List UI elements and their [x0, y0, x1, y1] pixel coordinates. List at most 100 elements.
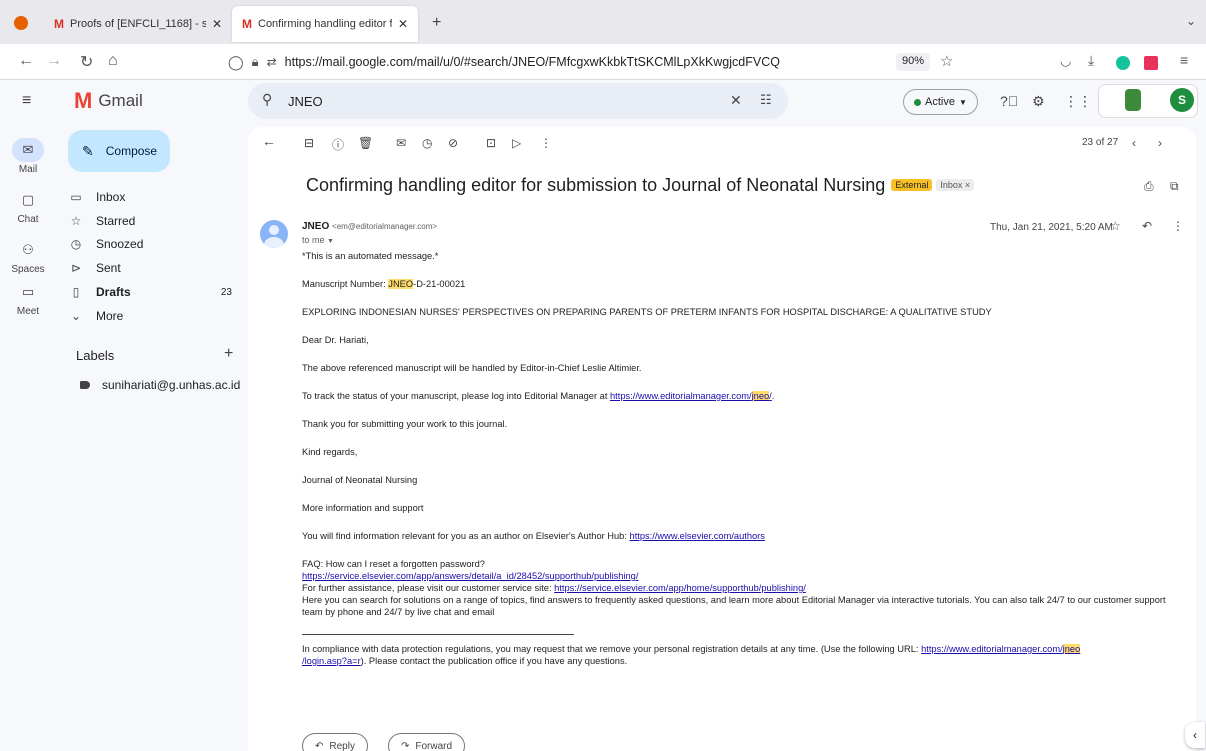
permissions-icon[interactable]: ⇄ [267, 55, 277, 69]
message-date: Thu, Jan 21, 2021, 5:20 AM [990, 222, 1113, 233]
close-icon[interactable]: ✕ [212, 17, 222, 31]
settings-gear-icon[interactable]: ⚙ [1032, 93, 1045, 110]
lock-icon[interactable]: 🔒︎ [252, 54, 259, 70]
search-bar[interactable]: ⚲ ✕ ☷ [248, 83, 788, 119]
help-icon[interactable]: ?⃝ [1000, 93, 1018, 109]
sidebar-item-sent[interactable]: ⊳ Sent [56, 257, 242, 279]
snooze-icon[interactable]: ◷ [422, 136, 432, 150]
browser-toolbar: ← → ↻ ⌂ ◯ 🔒︎ ⇄ https://mail.google.com/m… [0, 44, 1206, 80]
status-dropdown[interactable]: Active ▼ [903, 89, 978, 115]
message-more-icon[interactable]: ⋮ [1172, 219, 1184, 233]
reply-icon[interactable]: ↶ [1142, 219, 1152, 233]
sidebar: ✎ Compose ▭ Inbox ☆ Starred ◷ Snoozed ⊳ … [56, 80, 242, 751]
author-hub-link[interactable]: https://www.elsevier.com/authors [630, 531, 765, 541]
move-to-icon[interactable]: ⊡ [486, 136, 496, 150]
clear-search-icon[interactable]: ✕ [730, 92, 742, 109]
nav-label: Starred [96, 214, 136, 228]
sidebar-item-drafts[interactable]: ▯ Drafts 23 [56, 281, 242, 303]
url-text[interactable]: https://mail.google.com/mail/u/0/#search… [285, 55, 780, 69]
faq-link[interactable]: https://service.elsevier.com/app/answers… [302, 571, 638, 581]
add-label-icon[interactable]: + [224, 345, 233, 363]
rail-item-mail[interactable]: ✉ Mail [0, 138, 56, 175]
message-subject: Confirming handling editor for submissio… [306, 175, 975, 196]
address-bar[interactable]: ◯ 🔒︎ ⇄ https://mail.google.com/mail/u/0/… [228, 48, 988, 76]
mark-unread-icon[interactable]: ✉ [396, 136, 406, 150]
print-icon[interactable]: ⎙ [1144, 179, 1154, 194]
rail-item-meet[interactable]: ▭ Meet [0, 280, 56, 317]
rail-item-chat[interactable]: ▢ Chat [0, 188, 56, 225]
signature-divider [302, 634, 574, 635]
forward-icon: ↷ [401, 740, 410, 751]
shield-icon[interactable]: ◯ [228, 54, 244, 71]
label-icon[interactable]: ▷ [512, 136, 521, 150]
automated-notice: *This is an automated message.* [302, 251, 439, 261]
reply-button[interactable]: ↶ Reply [302, 733, 368, 751]
download-icon[interactable]: ⤓ [1088, 52, 1094, 69]
add-task-icon[interactable]: ⊘ [448, 136, 458, 150]
track-status: To track the status of your manuscript, … [302, 390, 1182, 402]
extension-icon[interactable] [1144, 56, 1158, 70]
reply-icon: ↶ [315, 740, 324, 751]
side-panel-toggle-icon[interactable]: ‹ [1185, 722, 1205, 748]
home-icon[interactable]: ⌂ [108, 52, 118, 70]
forward-button[interactable]: ↷ Forward [388, 733, 466, 751]
sidebar-item-starred[interactable]: ☆ Starred [56, 210, 242, 232]
reload-icon[interactable]: ↻ [80, 52, 93, 72]
sender-name: JNEO [302, 221, 330, 232]
rail-label: Chat [17, 214, 39, 225]
more-options-icon[interactable]: ⋮ [540, 136, 552, 150]
sidebar-item-snoozed[interactable]: ◷ Snoozed [56, 233, 242, 255]
zoom-level[interactable]: 90% [896, 53, 931, 71]
caret-down-icon: ▼ [958, 97, 967, 107]
mail-icon: ✉ [12, 138, 44, 162]
star-icon: ☆ [70, 214, 82, 228]
link-part: https://www.editorialmanager.com/ [610, 391, 752, 401]
sidebar-item-more[interactable]: ⌄ More [56, 305, 242, 327]
new-tab-icon[interactable]: + [432, 14, 441, 32]
sender-avatar[interactable] [260, 220, 288, 248]
inbox-icon: ▭ [70, 190, 82, 204]
star-icon[interactable]: ☆ [1110, 219, 1121, 233]
older-icon[interactable]: › [1158, 136, 1162, 150]
grammarly-icon[interactable] [1116, 56, 1130, 70]
forward-icon[interactable]: → [46, 52, 62, 70]
further-assistance: For further assistance, please visit our… [302, 582, 1182, 594]
editorial-manager-link[interactable]: https://www.editorialmanager.com/jneo/ [610, 391, 772, 401]
inbox-label-chip[interactable]: Inbox × [936, 179, 975, 191]
support-link[interactable]: https://service.elsevier.com/app/home/su… [554, 583, 806, 593]
menu-icon[interactable]: ≡ [1180, 52, 1188, 68]
report-spam-icon[interactable]: ⓘ [332, 136, 344, 153]
university-emblem-icon [1125, 89, 1141, 111]
link-highlight: jneo [1062, 644, 1081, 654]
newer-icon[interactable]: ‹ [1132, 136, 1136, 150]
ms-suffix: -D-21-00021 [413, 279, 466, 289]
account-avatar[interactable]: S [1170, 88, 1194, 112]
privacy-notice: In compliance with data protection regul… [302, 643, 1182, 667]
label-item[interactable]: sunihariati@g.unhas.ac.id [80, 378, 240, 392]
nav-label: Drafts [96, 285, 131, 299]
sender-info[interactable]: JNEO <em@editorialmanager.com> [302, 221, 437, 232]
search-input[interactable] [288, 94, 688, 109]
tab-proofs[interactable]: M Proofs of [ENFCLI_1168] - sunys ✕ [44, 6, 232, 42]
tab-list-icon[interactable]: ⌄ [1186, 14, 1196, 28]
open-new-window-icon[interactable]: ⧉ [1170, 179, 1179, 194]
sidebar-item-inbox[interactable]: ▭ Inbox [56, 186, 242, 208]
close-icon[interactable]: ✕ [398, 17, 408, 31]
pocket-icon[interactable]: ◡ [1060, 53, 1071, 69]
compose-label: Compose [105, 144, 158, 158]
back-icon[interactable]: ← [18, 52, 34, 70]
rail-item-spaces[interactable]: ⚇ Spaces [0, 238, 56, 275]
search-options-icon[interactable]: ☷ [760, 92, 772, 108]
bookmark-star-icon[interactable]: ☆ [940, 52, 953, 70]
firefox-icon[interactable] [14, 16, 28, 30]
recipients-toggle[interactable]: to me ▼ [302, 235, 334, 245]
tab-confirming[interactable]: M Confirming handling editor for s ✕ [232, 6, 418, 42]
manuscript-title: EXPLORING INDONESIAN NURSES' PERSPECTIVE… [302, 307, 992, 317]
delete-icon[interactable]: 🗑︎ [358, 136, 373, 150]
search-icon[interactable]: ⚲ [262, 91, 272, 108]
archive-icon[interactable]: ⊟ [304, 136, 314, 150]
back-to-search-icon[interactable]: ← [262, 133, 276, 149]
search-help: Here you can search for solutions on a r… [302, 595, 1166, 617]
privacy-prefix: In compliance with data protection regul… [302, 644, 922, 654]
compose-button[interactable]: ✎ Compose [68, 130, 170, 172]
